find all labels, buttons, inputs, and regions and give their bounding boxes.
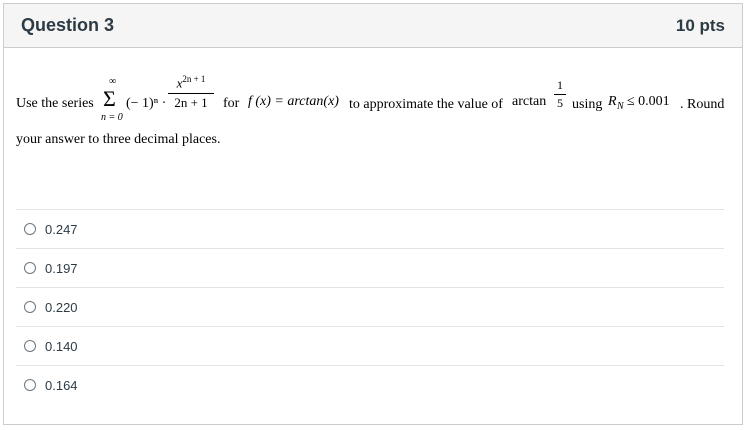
arctan-argument: 1 5	[554, 78, 566, 111]
sigma-symbol: Σ	[103, 86, 116, 111]
answer-option[interactable]: 0.164	[16, 365, 724, 404]
summation: ∞ Σ n = 0	[101, 76, 127, 126]
answer-option[interactable]: 0.247	[16, 209, 724, 248]
fraction-denominator: 2n + 1	[174, 95, 208, 111]
sum-lower-limit: n = 0	[101, 112, 123, 123]
radio-button[interactable]	[24, 301, 36, 313]
condition-subscript: N	[617, 101, 624, 112]
fraction-numerator: x2n + 1	[176, 74, 206, 91]
arctan-label: arctan	[512, 94, 547, 109]
text-to-approximate: to approximate the value of	[349, 97, 503, 112]
answer-option[interactable]: 0.220	[16, 287, 724, 326]
text-use-series: Use the series	[16, 96, 94, 111]
answer-list: 0.247 0.197 0.220 0.140 0.164	[16, 209, 724, 404]
term-sign: (− 1)ⁿ ·	[126, 96, 167, 111]
answer-label: 0.197	[45, 260, 78, 276]
text-using: using	[572, 97, 603, 112]
answer-option[interactable]: 0.140	[16, 326, 724, 365]
radio-button[interactable]	[24, 223, 36, 235]
question-title: Question 3	[21, 15, 115, 35]
argument-denominator: 5	[557, 96, 563, 110]
text-round: . Round	[680, 97, 725, 112]
condition-r: R	[608, 94, 617, 109]
question-points: 10 pts	[675, 15, 725, 35]
answer-label: 0.220	[45, 299, 78, 315]
question-text: Use the series ∞ Σ n = 0 (− 1)ⁿ · x2n + …	[16, 70, 728, 148]
radio-button[interactable]	[24, 340, 36, 352]
answer-label: 0.140	[45, 338, 78, 354]
argument-numerator: 1	[557, 78, 563, 92]
text-for: for	[223, 96, 240, 111]
function-expression: f (x) = arctan(x)	[248, 94, 339, 109]
answer-option[interactable]: 0.197	[16, 248, 724, 287]
question-header: Question 3 10 pts	[4, 4, 742, 48]
answer-label: 0.247	[45, 221, 78, 237]
question-line-1: Use the series ∞ Σ n = 0 (− 1)ⁿ · x2n + …	[16, 70, 728, 128]
radio-button[interactable]	[24, 379, 36, 391]
radio-button[interactable]	[24, 262, 36, 274]
series-fraction: x2n + 1 2n + 1	[168, 74, 214, 111]
answer-label: 0.164	[45, 377, 78, 393]
condition-value: ≤ 0.001	[627, 94, 670, 109]
question-line-2: your answer to three decimal places.	[16, 132, 221, 147]
